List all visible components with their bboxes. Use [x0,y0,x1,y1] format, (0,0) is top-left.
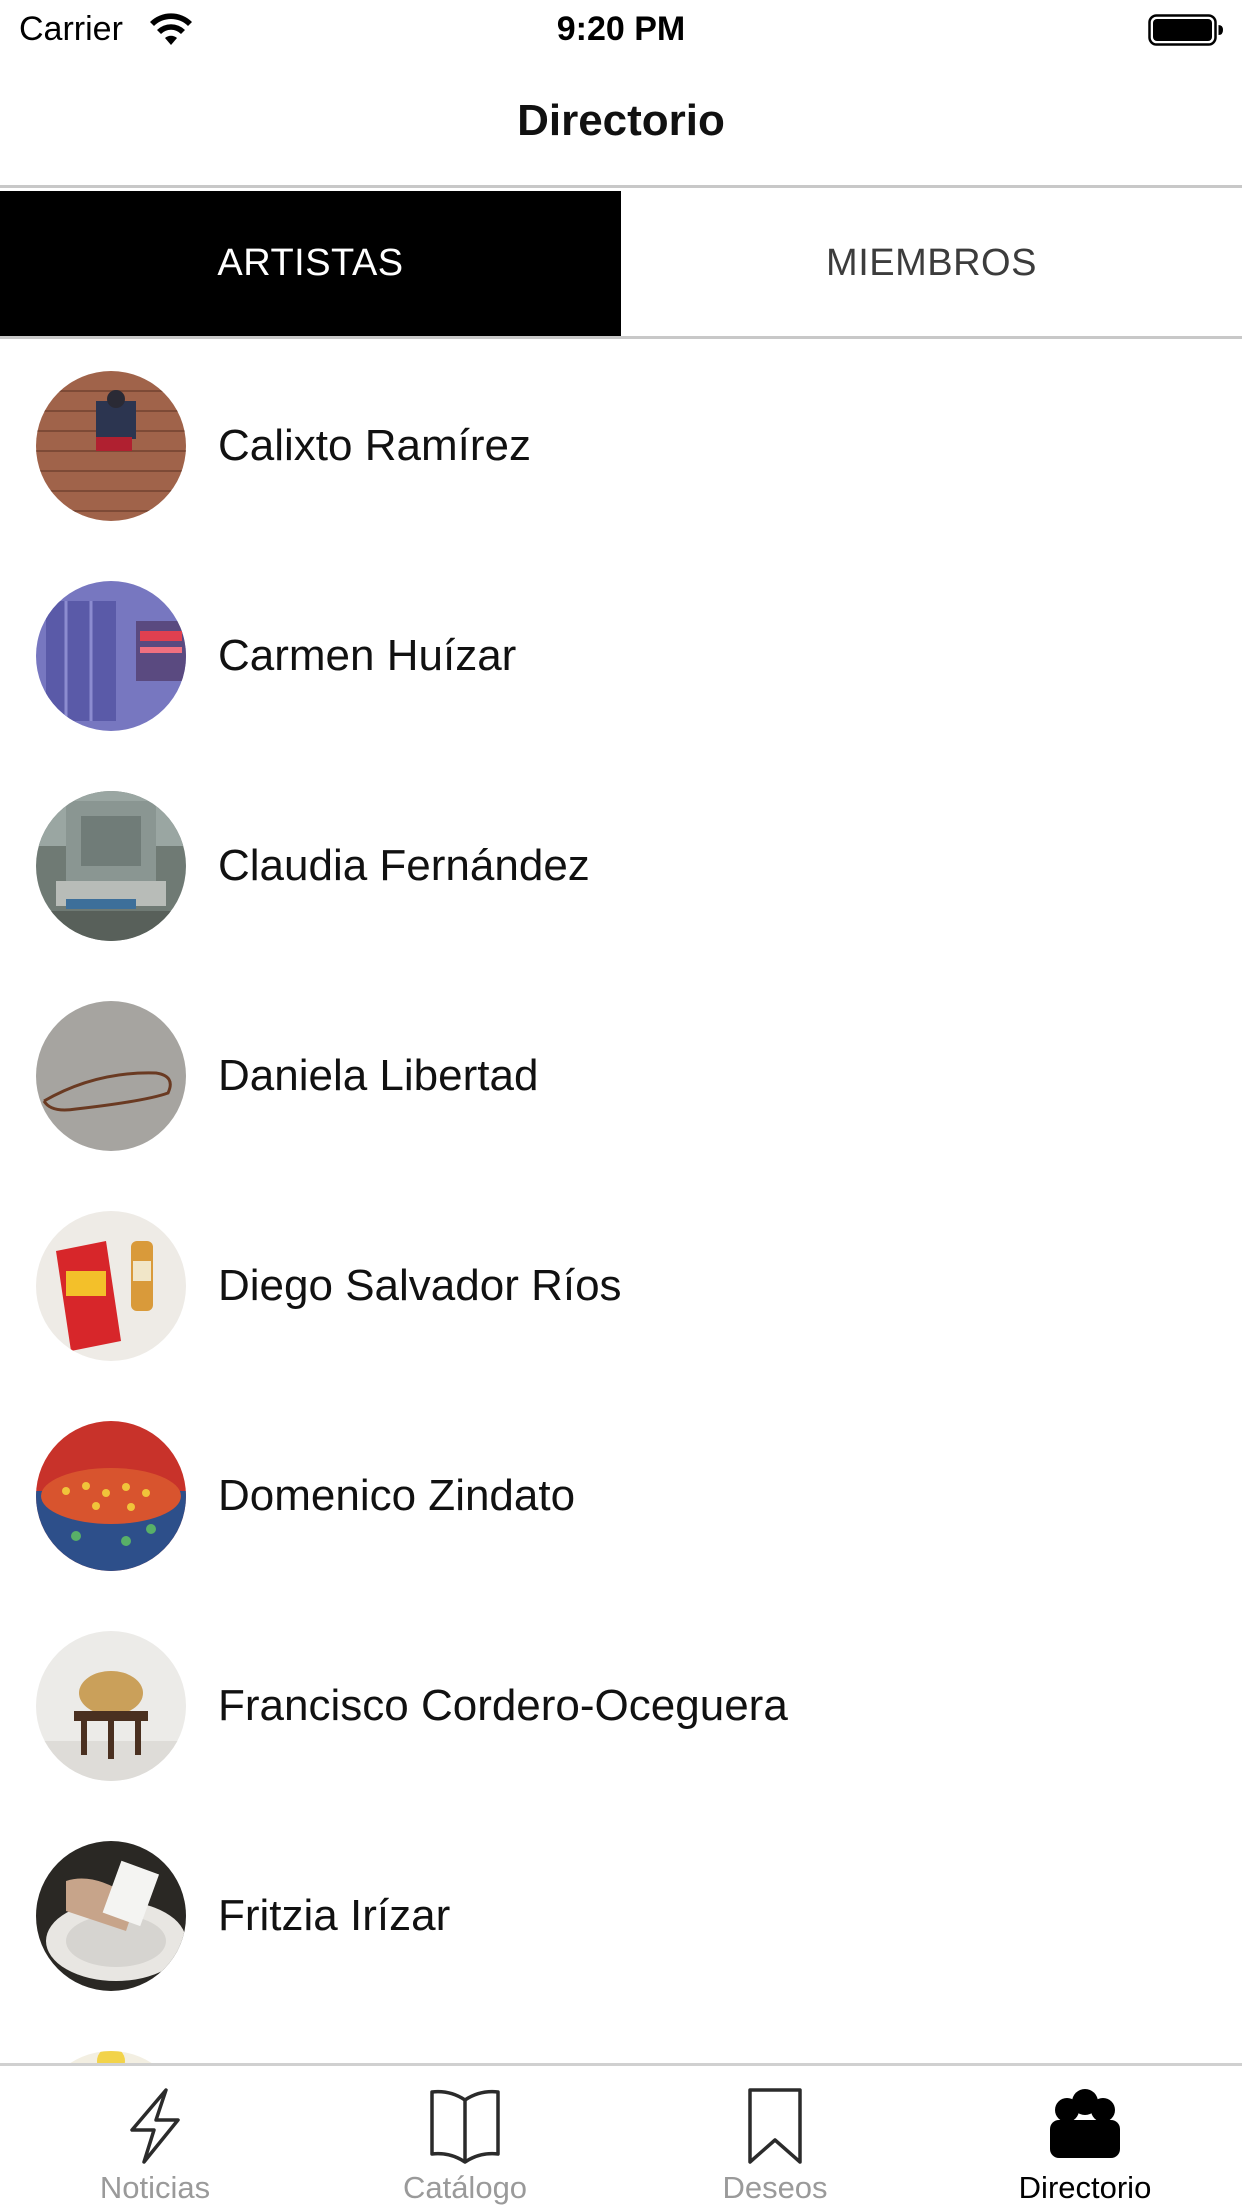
avatar [36,581,186,731]
artist-name: Francisco Cordero-Oceguera [218,1681,788,1730]
clock: 9:20 PM [556,10,686,48]
page-title: Directorio [517,96,725,145]
tabbar-label: Catálogo [402,2170,528,2205]
artist-name: Calixto Ramírez [218,421,531,470]
list-item[interactable]: Claudia Fernández [0,759,1242,969]
open-book-icon [420,2084,510,2168]
list-item[interactable]: Calixto Ramírez [0,339,1242,549]
list-item[interactable]: Francisco Cordero-Oceguera [0,1599,1242,1809]
artist-list[interactable]: Calixto Ramírez Carmen Huízar Claudia Fe… [0,339,1242,2063]
artist-name: Diego Salvador Ríos [218,1261,622,1310]
navigation-bar: Directorio [0,62,1242,188]
tabbar-label: Noticias [99,2170,211,2205]
list-item[interactable]: Carmen Huízar [0,549,1242,759]
artist-name: Daniela Libertad [218,1051,539,1100]
tabbar-directorio[interactable]: Directorio [930,2066,1240,2208]
directory-tabs: ARTISTAS MIEMBROS [0,191,1242,339]
tabbar-deseos[interactable]: Deseos [620,2066,930,2208]
artist-name: Claudia Fernández [218,841,590,890]
people-group-icon [1040,2084,1130,2168]
list-item[interactable]: Daniela Libertad [0,969,1242,1179]
list-item[interactable]: Diego Salvador Ríos [0,1179,1242,1389]
tabbar-label: Directorio [1018,2170,1152,2205]
tabbar-label: Deseos [722,2170,828,2205]
tab-miembros[interactable]: MIEMBROS [621,191,1242,336]
list-item[interactable]: Fritzia Irízar [0,1809,1242,2019]
avatar [36,2051,186,2063]
avatar [36,371,186,521]
tabbar-catalogo[interactable]: Catálogo [310,2066,620,2208]
avatar [36,1841,186,1991]
bookmark-icon [730,2084,820,2168]
status-bar: Carrier 9:20 PM [0,0,1242,62]
list-item[interactable] [0,2019,1242,2063]
avatar [36,1001,186,1151]
avatar [36,1211,186,1361]
tabbar-noticias[interactable]: Noticias [0,2066,310,2208]
list-item[interactable]: Domenico Zindato [0,1389,1242,1599]
lightning-icon [110,2084,200,2168]
artist-name: Domenico Zindato [218,1471,576,1520]
tab-bar: Noticias Catálogo Deseos Directorio [0,2063,1242,2208]
tab-artistas[interactable]: ARTISTAS [0,191,621,336]
avatar [36,1421,186,1571]
avatar [36,791,186,941]
artist-name: Fritzia Irízar [218,1891,451,1940]
battery-icon [1148,14,1224,46]
avatar [36,1631,186,1781]
artist-name: Carmen Huízar [218,631,517,680]
